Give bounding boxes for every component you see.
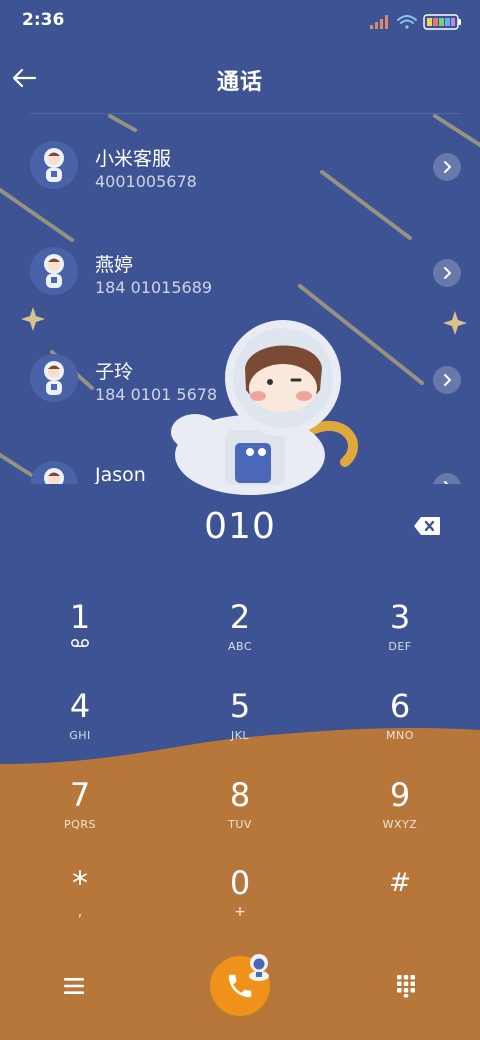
astronaut-avatar-icon [44, 148, 64, 182]
key-digit: 6 [389, 687, 411, 725]
voicemail-icon [71, 639, 89, 647]
key-letters: + [234, 904, 246, 920]
keypad-toggle-button[interactable] [388, 968, 424, 1004]
key-letters: JKL [230, 729, 250, 742]
astronaut-avatar-icon [44, 254, 64, 288]
dialed-number-display[interactable]: 010 [0, 506, 480, 547]
key-2[interactable]: 2 ABC [180, 598, 300, 678]
contact-number: 184 0101 5678 [95, 385, 218, 404]
chevron-right-icon [444, 481, 449, 484]
key-digit: 2 [229, 598, 251, 636]
chevron-right-icon [444, 267, 451, 279]
key-star[interactable]: * , [20, 864, 140, 944]
avatar [30, 247, 78, 295]
key-8[interactable]: 8 TUV [180, 776, 300, 856]
contact-detail-button[interactable] [433, 153, 461, 181]
key-digit: 9 [389, 776, 411, 814]
key-digit: 8 [229, 776, 251, 814]
key-hash[interactable]: # [340, 864, 460, 944]
contact-detail-button[interactable] [433, 473, 461, 484]
wifi-icon [397, 15, 417, 29]
key-1[interactable]: 1 [20, 598, 140, 678]
astronaut-avatar-icon [44, 468, 64, 484]
avatar [30, 354, 78, 402]
astronaut-avatar-icon [44, 361, 64, 395]
contact-row[interactable]: 燕婷 184 01015689 [0, 220, 480, 320]
key-digit: 7 [69, 776, 91, 814]
contact-row[interactable]: 子玲 184 0101 5678 [0, 327, 480, 427]
menu-icon [64, 978, 84, 994]
key-letters: TUV [228, 818, 252, 831]
contact-list: 小米客服 4001005678 燕婷 184 01015689 子玲 184 0… [0, 114, 480, 484]
key-letters: PQRS [64, 818, 96, 831]
signal-icon [370, 15, 388, 29]
key-6[interactable]: 6 MNO [340, 687, 460, 767]
key-digit: 5 [229, 687, 251, 725]
contact-name: 子玲 [95, 361, 134, 383]
page-title: 通话 [216, 70, 263, 95]
status-time: 2:36 [22, 10, 65, 30]
key-digit: * [72, 864, 88, 902]
chevron-right-icon [444, 374, 451, 386]
chevron-right-icon [444, 161, 451, 173]
contact-name: 小米客服 [95, 148, 172, 170]
key-letters: ABC [227, 640, 253, 653]
key-0[interactable]: 0 + [180, 864, 300, 944]
status-icons [370, 14, 461, 30]
backspace-icon [414, 517, 440, 535]
key-letters: , [77, 904, 83, 920]
contact-row[interactable]: Jason [0, 434, 480, 484]
key-digit: 4 [69, 687, 91, 725]
astronaut-badge-icon [249, 954, 269, 981]
menu-button[interactable] [56, 968, 92, 1004]
battery-icon [423, 14, 461, 30]
contact-name: 燕婷 [95, 254, 134, 276]
delete-button[interactable] [410, 512, 444, 540]
key-5[interactable]: 5 JKL [180, 687, 300, 767]
key-4[interactable]: 4 GHI [20, 687, 140, 767]
key-digit: 3 [389, 598, 411, 636]
key-letters: MNO [386, 729, 414, 742]
avatar [30, 461, 78, 484]
key-digit: 0 [229, 864, 251, 902]
avatar [30, 141, 78, 189]
key-7[interactable]: 7 PQRS [20, 776, 140, 856]
key-digit: # [389, 868, 411, 898]
contact-detail-button[interactable] [433, 259, 461, 287]
dialer-screen: 2:36 通话 小米客服 4001005678 燕婷 184 01015689 … [0, 0, 480, 1040]
key-letters: GHI [69, 729, 91, 742]
key-letters: WXYZ [382, 818, 418, 831]
contact-detail-button[interactable] [433, 366, 461, 394]
dialpad-icon [397, 975, 415, 998]
contact-number: 184 01015689 [95, 278, 213, 297]
contact-name: Jason [95, 464, 146, 484]
status-bar: 2:36 [0, 0, 480, 44]
key-digit: 1 [69, 598, 91, 636]
key-3[interactable]: 3 DEF [340, 598, 460, 678]
header: 通话 [0, 50, 480, 110]
key-9[interactable]: 9 WXYZ [340, 776, 460, 856]
key-letters: DEF [388, 640, 412, 653]
contact-number: 4001005678 [95, 172, 197, 191]
contact-row[interactable]: 小米客服 4001005678 [0, 114, 480, 214]
